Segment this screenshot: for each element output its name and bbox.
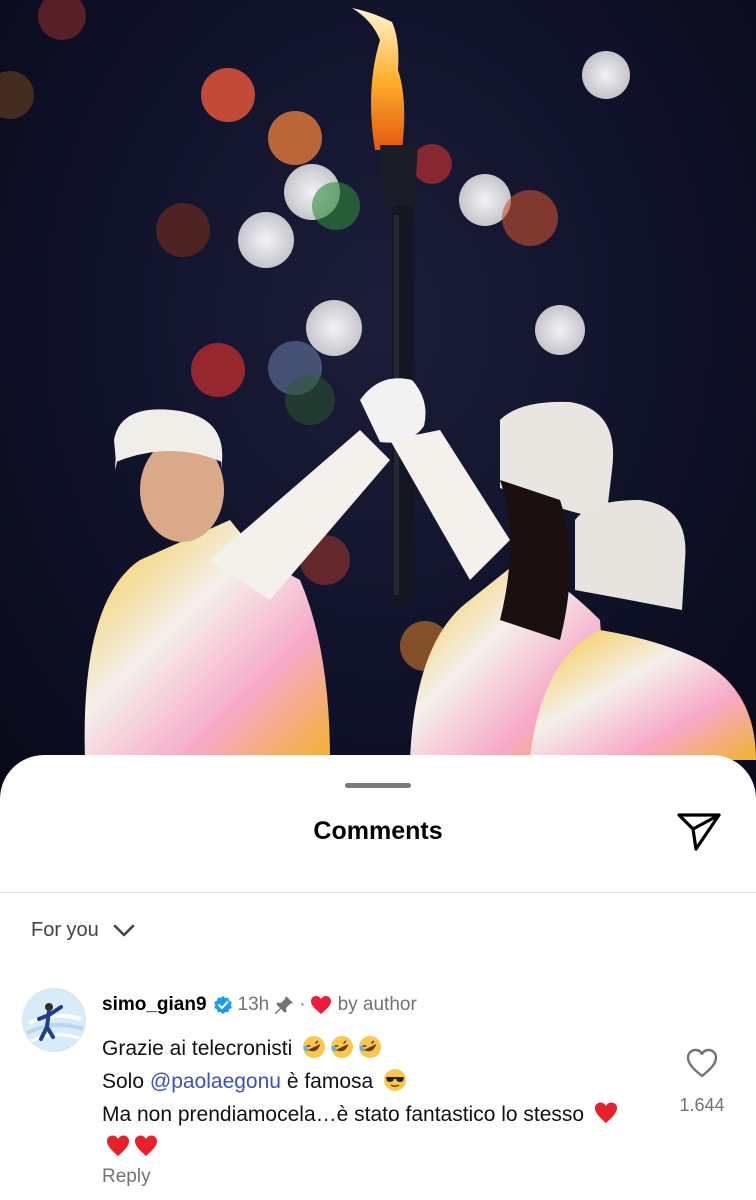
sheet-grabber[interactable] xyxy=(345,783,411,788)
comment-username[interactable]: simo_gian9 xyxy=(102,994,207,1016)
reply-button[interactable]: Reply xyxy=(102,1166,151,1188)
chevron-down-icon xyxy=(113,924,135,936)
comment-line-3: Ma non prendiamocela…è stato fantastico … xyxy=(102,1098,622,1164)
comment-filter-dropdown[interactable]: For you xyxy=(31,919,135,942)
header-divider xyxy=(0,892,756,893)
pin-icon xyxy=(275,996,294,1014)
comment-line-2-before: Solo xyxy=(102,1070,150,1093)
comment-line-2: Solo @paolaegonu è famosa xyxy=(102,1065,622,1098)
avatar-image xyxy=(23,989,85,1051)
comment-line-3-text: Ma non prendiamocela…è stato fantastico … xyxy=(102,1103,585,1126)
comment-text: Grazie ai telecronisti Solo @paolaegonu … xyxy=(102,1032,622,1164)
heart-outline-icon xyxy=(686,1048,718,1078)
comment-line-1: Grazie ai telecronisti xyxy=(102,1032,622,1065)
red-heart-emoji-icon xyxy=(135,1135,157,1156)
sheet-title: Comments xyxy=(313,817,443,845)
red-heart-emoji-icon xyxy=(107,1135,129,1156)
comment-item: simo_gian9 13h · by author Grazie ai tel… xyxy=(22,988,732,1198)
comment-meta: simo_gian9 13h · by author xyxy=(102,994,417,1016)
filter-label: For you xyxy=(31,919,99,941)
sunglasses-emoji-icon xyxy=(384,1069,407,1091)
mention-link[interactable]: @paolaegonu xyxy=(150,1070,281,1093)
avatar[interactable] xyxy=(22,988,86,1052)
heart-filled-icon xyxy=(310,996,331,1014)
meta-separator: · xyxy=(299,994,306,1015)
comment-time: 13h xyxy=(237,994,270,1015)
liked-by-author-label: by author xyxy=(337,994,417,1015)
rolling-laughing-emoji-icon xyxy=(359,1036,382,1058)
comment-line-2-after: è famosa xyxy=(280,1070,374,1093)
verified-badge-icon xyxy=(213,996,232,1014)
share-button[interactable] xyxy=(674,807,724,855)
like-button[interactable]: 1.644 xyxy=(672,1048,732,1116)
comments-sheet: Comments For you simo_gian9 13h · by aut… xyxy=(0,755,756,1200)
comment-line-1-text: Grazie ai telecronisti xyxy=(102,1037,293,1060)
post-photo xyxy=(0,0,756,800)
send-icon xyxy=(677,813,721,851)
red-heart-emoji-icon xyxy=(594,1102,617,1123)
torch-photo-illustration xyxy=(0,0,756,760)
rolling-laughing-emoji-icon xyxy=(303,1036,326,1058)
like-count: 1.644 xyxy=(679,1095,725,1115)
rolling-laughing-emoji-icon xyxy=(331,1036,354,1058)
